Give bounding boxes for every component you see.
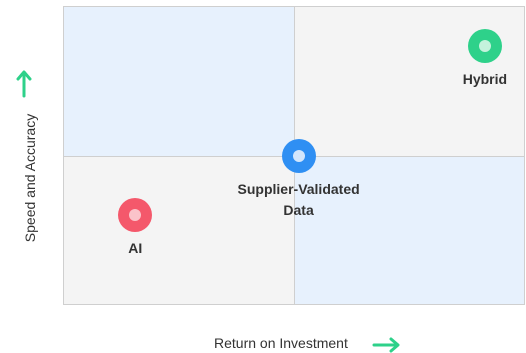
quadrant-diagram: AI Supplier-Validated Data Hybrid Speed an… — [0, 0, 526, 353]
arrow-right-icon — [372, 337, 400, 353]
arrow-up-icon — [16, 70, 32, 98]
point-label-supplier-validated: Supplier-Validated Data — [237, 180, 360, 218]
x-axis-title: Return on Investment — [214, 335, 348, 351]
quadrant-plot-area: AI Supplier-Validated Data Hybrid — [63, 6, 525, 305]
y-axis-title: Speed and Accuracy — [22, 113, 38, 243]
point-label-ai: AI — [128, 239, 143, 256]
point-marker-ai — [118, 197, 153, 232]
quadrant-top-left — [64, 7, 294, 156]
point-marker-supplier-validated — [281, 138, 316, 173]
point-marker-core — [129, 208, 142, 221]
point-label-hybrid: Hybrid — [462, 70, 508, 87]
point-marker-core — [478, 39, 491, 52]
point-marker-core — [292, 149, 305, 162]
point-marker-hybrid — [467, 28, 502, 63]
